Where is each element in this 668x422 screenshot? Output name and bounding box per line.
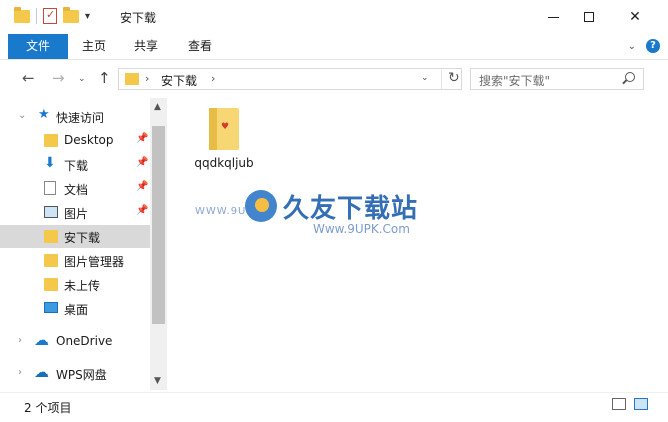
maximize-icon <box>584 12 594 22</box>
sidebar-item-desktop[interactable]: Desktop 📌 <box>0 129 150 152</box>
sidebar-item-label: 图片 <box>64 207 89 221</box>
sidebar-item-anxiazai[interactable]: 安下载 <box>0 225 150 248</box>
status-bar: 2 个项目 <box>0 392 668 422</box>
folder-icon <box>44 254 58 267</box>
pin-icon: 📌 <box>136 181 149 192</box>
sidebar-item-label: 图片管理器 <box>64 255 125 269</box>
wps-cloud-icon: ☁ <box>34 363 49 381</box>
watermark-left-text: WWW.9U <box>195 206 247 217</box>
watermark: WWW.9U 久友下载站 Www.9UPK.Com <box>195 186 445 246</box>
up-button[interactable]: ↑ <box>98 69 111 87</box>
minimize-icon <box>547 16 559 18</box>
breadcrumb-separator[interactable]: › <box>211 72 215 85</box>
cloud-icon: ☁ <box>34 331 49 349</box>
scroll-up-icon[interactable]: ▲ <box>154 102 161 112</box>
sidebar-item-picture-manager[interactable]: 图片管理器 <box>0 249 150 272</box>
sidebar-item-label: 文档 <box>64 183 89 197</box>
close-button[interactable]: ✕ <box>612 0 658 34</box>
sidebar-item-wps[interactable]: › ☁ WPS网盘 <box>0 362 150 385</box>
expand-ribbon-icon[interactable]: ⌄ <box>628 41 636 52</box>
folder-icon <box>44 278 58 291</box>
chevron-down-icon[interactable]: ⌄ <box>18 110 26 121</box>
navigation-bar: ← → ⌄ ↑ › 安下载 › ⌄ ↻ 搜索"安下载" <box>0 62 668 96</box>
sidebar-item-desktop-cn[interactable]: 桌面 <box>0 297 150 320</box>
folder-icon: ♥ <box>209 108 239 150</box>
search-input[interactable]: 搜索"安下载" <box>479 72 550 89</box>
search-box[interactable]: 搜索"安下载" <box>470 68 644 90</box>
scroll-down-icon[interactable]: ▼ <box>154 376 161 386</box>
quick-access-toolbar: ▾ <box>14 6 90 24</box>
customize-toolbar-dropdown[interactable]: ▾ <box>85 11 90 22</box>
watermark-url: Www.9UPK.Com <box>313 222 410 236</box>
document-icon <box>44 181 56 195</box>
close-icon: ✕ <box>629 9 641 25</box>
desktop-icon <box>44 302 58 313</box>
sidebar-item-label: 桌面 <box>64 303 89 317</box>
file-item[interactable]: ♥ qqdkqljub <box>192 108 256 170</box>
sidebar-item-label: Desktop <box>64 133 114 147</box>
folder-icon <box>44 134 58 147</box>
folder-icon <box>44 230 58 243</box>
maximize-button[interactable] <box>566 0 612 34</box>
sidebar-scrollbar[interactable]: ▲ ▼ <box>150 98 167 390</box>
refresh-button[interactable]: ↻ <box>441 70 460 90</box>
sidebar-item-documents[interactable]: 文档 📌 <box>0 177 150 200</box>
details-view-icon[interactable] <box>612 398 626 410</box>
item-count: 2 个项目 <box>24 401 72 415</box>
divider <box>36 8 37 24</box>
star-icon: ★ <box>38 107 50 122</box>
picture-icon <box>44 206 58 218</box>
sidebar-item-quick-access[interactable]: ⌄ ★ 快速访问 <box>0 105 150 128</box>
tab-home[interactable]: 主页 <box>75 34 113 59</box>
sidebar-item-label: 快速访问 <box>56 111 105 125</box>
forward-button[interactable]: → <box>52 69 65 87</box>
back-button[interactable]: ← <box>22 69 35 87</box>
help-icon[interactable]: ? <box>646 39 660 53</box>
sidebar-item-label: 下载 <box>64 159 89 173</box>
tab-view[interactable]: 查看 <box>181 34 219 59</box>
pin-icon: 📌 <box>136 133 149 144</box>
sidebar-item-not-uploaded[interactable]: 未上传 <box>0 273 150 296</box>
sidebar-item-label: 安下载 <box>64 231 101 245</box>
ribbon-controls: ⌄ ? <box>628 39 660 53</box>
folder-badge-icon: ♥ <box>221 122 230 132</box>
scroll-thumb[interactable] <box>152 126 165 324</box>
sidebar-item-label: WPS网盘 <box>56 368 107 382</box>
title-bar: ▾ 安下载 ✕ <box>0 0 668 34</box>
large-icons-view-icon[interactable] <box>634 398 648 410</box>
chevron-right-icon[interactable]: › <box>18 335 22 346</box>
pin-icon: 📌 <box>136 205 149 216</box>
folder-icon <box>125 73 139 85</box>
new-folder-icon[interactable] <box>63 6 79 23</box>
address-bar[interactable]: › 安下载 › ⌄ ↻ <box>118 68 462 90</box>
breadcrumb-current[interactable]: 安下载 <box>161 72 197 89</box>
folder-icon <box>14 6 30 23</box>
watermark-logo-icon <box>245 190 277 222</box>
sidebar-item-downloads[interactable]: ⬇ 下载 📌 <box>0 153 150 176</box>
sidebar-item-label: OneDrive <box>56 334 113 348</box>
sidebar-item-pictures[interactable]: 图片 📌 <box>0 201 150 224</box>
search-icon <box>625 72 635 82</box>
chevron-down-icon[interactable]: ⌄ <box>421 73 429 83</box>
sidebar-item-label: 未上传 <box>64 279 101 293</box>
recent-locations-button[interactable]: ⌄ <box>78 74 86 84</box>
window-title: 安下载 <box>120 11 157 25</box>
navigation-pane: ⌄ ★ 快速访问 Desktop 📌 ⬇ 下载 📌 文档 📌 图片 📌 安下载 … <box>0 98 168 390</box>
tab-file[interactable]: 文件 <box>8 34 68 59</box>
tab-share[interactable]: 共享 <box>127 34 165 59</box>
chevron-right-icon[interactable]: › <box>18 367 22 378</box>
breadcrumb-separator[interactable]: › <box>145 72 149 85</box>
sidebar-item-onedrive[interactable]: › ☁ OneDrive <box>0 330 150 353</box>
properties-icon[interactable] <box>43 8 57 24</box>
file-name: qqdkqljub <box>194 156 254 170</box>
download-icon: ⬇ <box>44 155 56 171</box>
watermark-title: 久友下载站 <box>283 194 419 224</box>
pin-icon: 📌 <box>136 157 149 168</box>
ribbon-tabs: 文件 主页 共享 查看 ⌄ ? <box>0 34 668 60</box>
